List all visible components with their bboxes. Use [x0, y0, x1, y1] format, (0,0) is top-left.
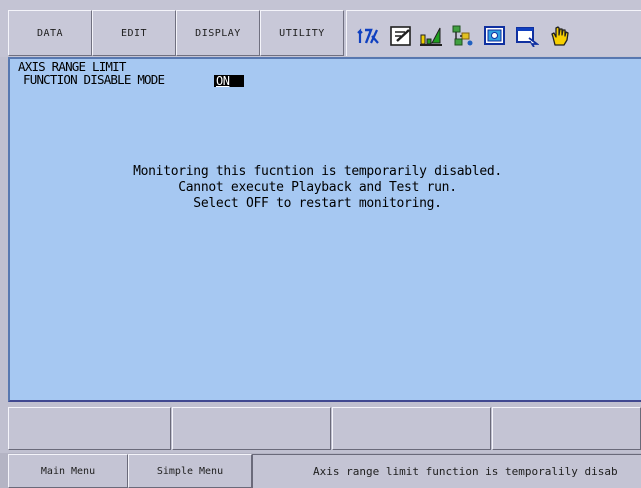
menu-display-button[interactable]: DISPLAY [176, 10, 260, 56]
message-line-1: Monitoring this fucntion is temporarily … [133, 164, 502, 179]
simple-menu-button[interactable]: Simple Menu [128, 454, 252, 488]
bottom-bar: Main Menu Simple Menu Axis range limit f… [0, 453, 641, 488]
menu-data-button[interactable]: DATA [8, 10, 92, 56]
menu-edit-button[interactable]: EDIT [92, 10, 176, 56]
function-key-2[interactable] [172, 407, 331, 450]
teach-pendant-screen: DATA EDIT DISPLAY UTILITY AXIS RANGE LIM… [0, 0, 641, 488]
message-line-3: Select OFF to restart monitoring. [193, 196, 442, 211]
menu-edit-label: EDIT [120, 27, 148, 39]
monitor-icon[interactable] [483, 25, 507, 47]
menu-display-label: DISPLAY [195, 27, 241, 39]
status-message-box: Axis range limit function is temporalily… [252, 454, 641, 488]
menu-bar: DATA EDIT DISPLAY UTILITY [0, 0, 641, 57]
hand-icon[interactable] [547, 25, 571, 47]
function-key-4[interactable] [492, 407, 641, 450]
function-key-row [8, 407, 641, 450]
menu-utility-label: UTILITY [279, 27, 325, 39]
signal-bars-icon[interactable] [419, 25, 443, 47]
menu-data-label: DATA [36, 27, 64, 39]
window-arrow-icon[interactable] [515, 25, 539, 47]
main-menu-button[interactable]: Main Menu [8, 454, 128, 488]
function-key-1[interactable] [8, 407, 171, 450]
network-icon[interactable] [450, 25, 474, 47]
main-panel: AXIS RANGE LIMIT FUNCTION DISABLE MODE O… [8, 57, 641, 402]
simple-menu-label: Simple Menu [156, 465, 224, 477]
main-menu-label: Main Menu [40, 465, 96, 477]
mode-value-field[interactable]: ON [214, 75, 244, 87]
edit-check-icon[interactable] [389, 25, 413, 47]
status-icon-bar [346, 10, 641, 56]
message-line-2: Cannot execute Playback and Test run. [178, 180, 457, 195]
io-arrows-icon[interactable] [357, 25, 381, 47]
menu-utility-button[interactable]: UTILITY [260, 10, 344, 56]
mode-label: FUNCTION DISABLE MODE [23, 72, 165, 87]
function-key-3[interactable] [332, 407, 491, 450]
status-message: Axis range limit function is temporalily… [313, 465, 618, 478]
